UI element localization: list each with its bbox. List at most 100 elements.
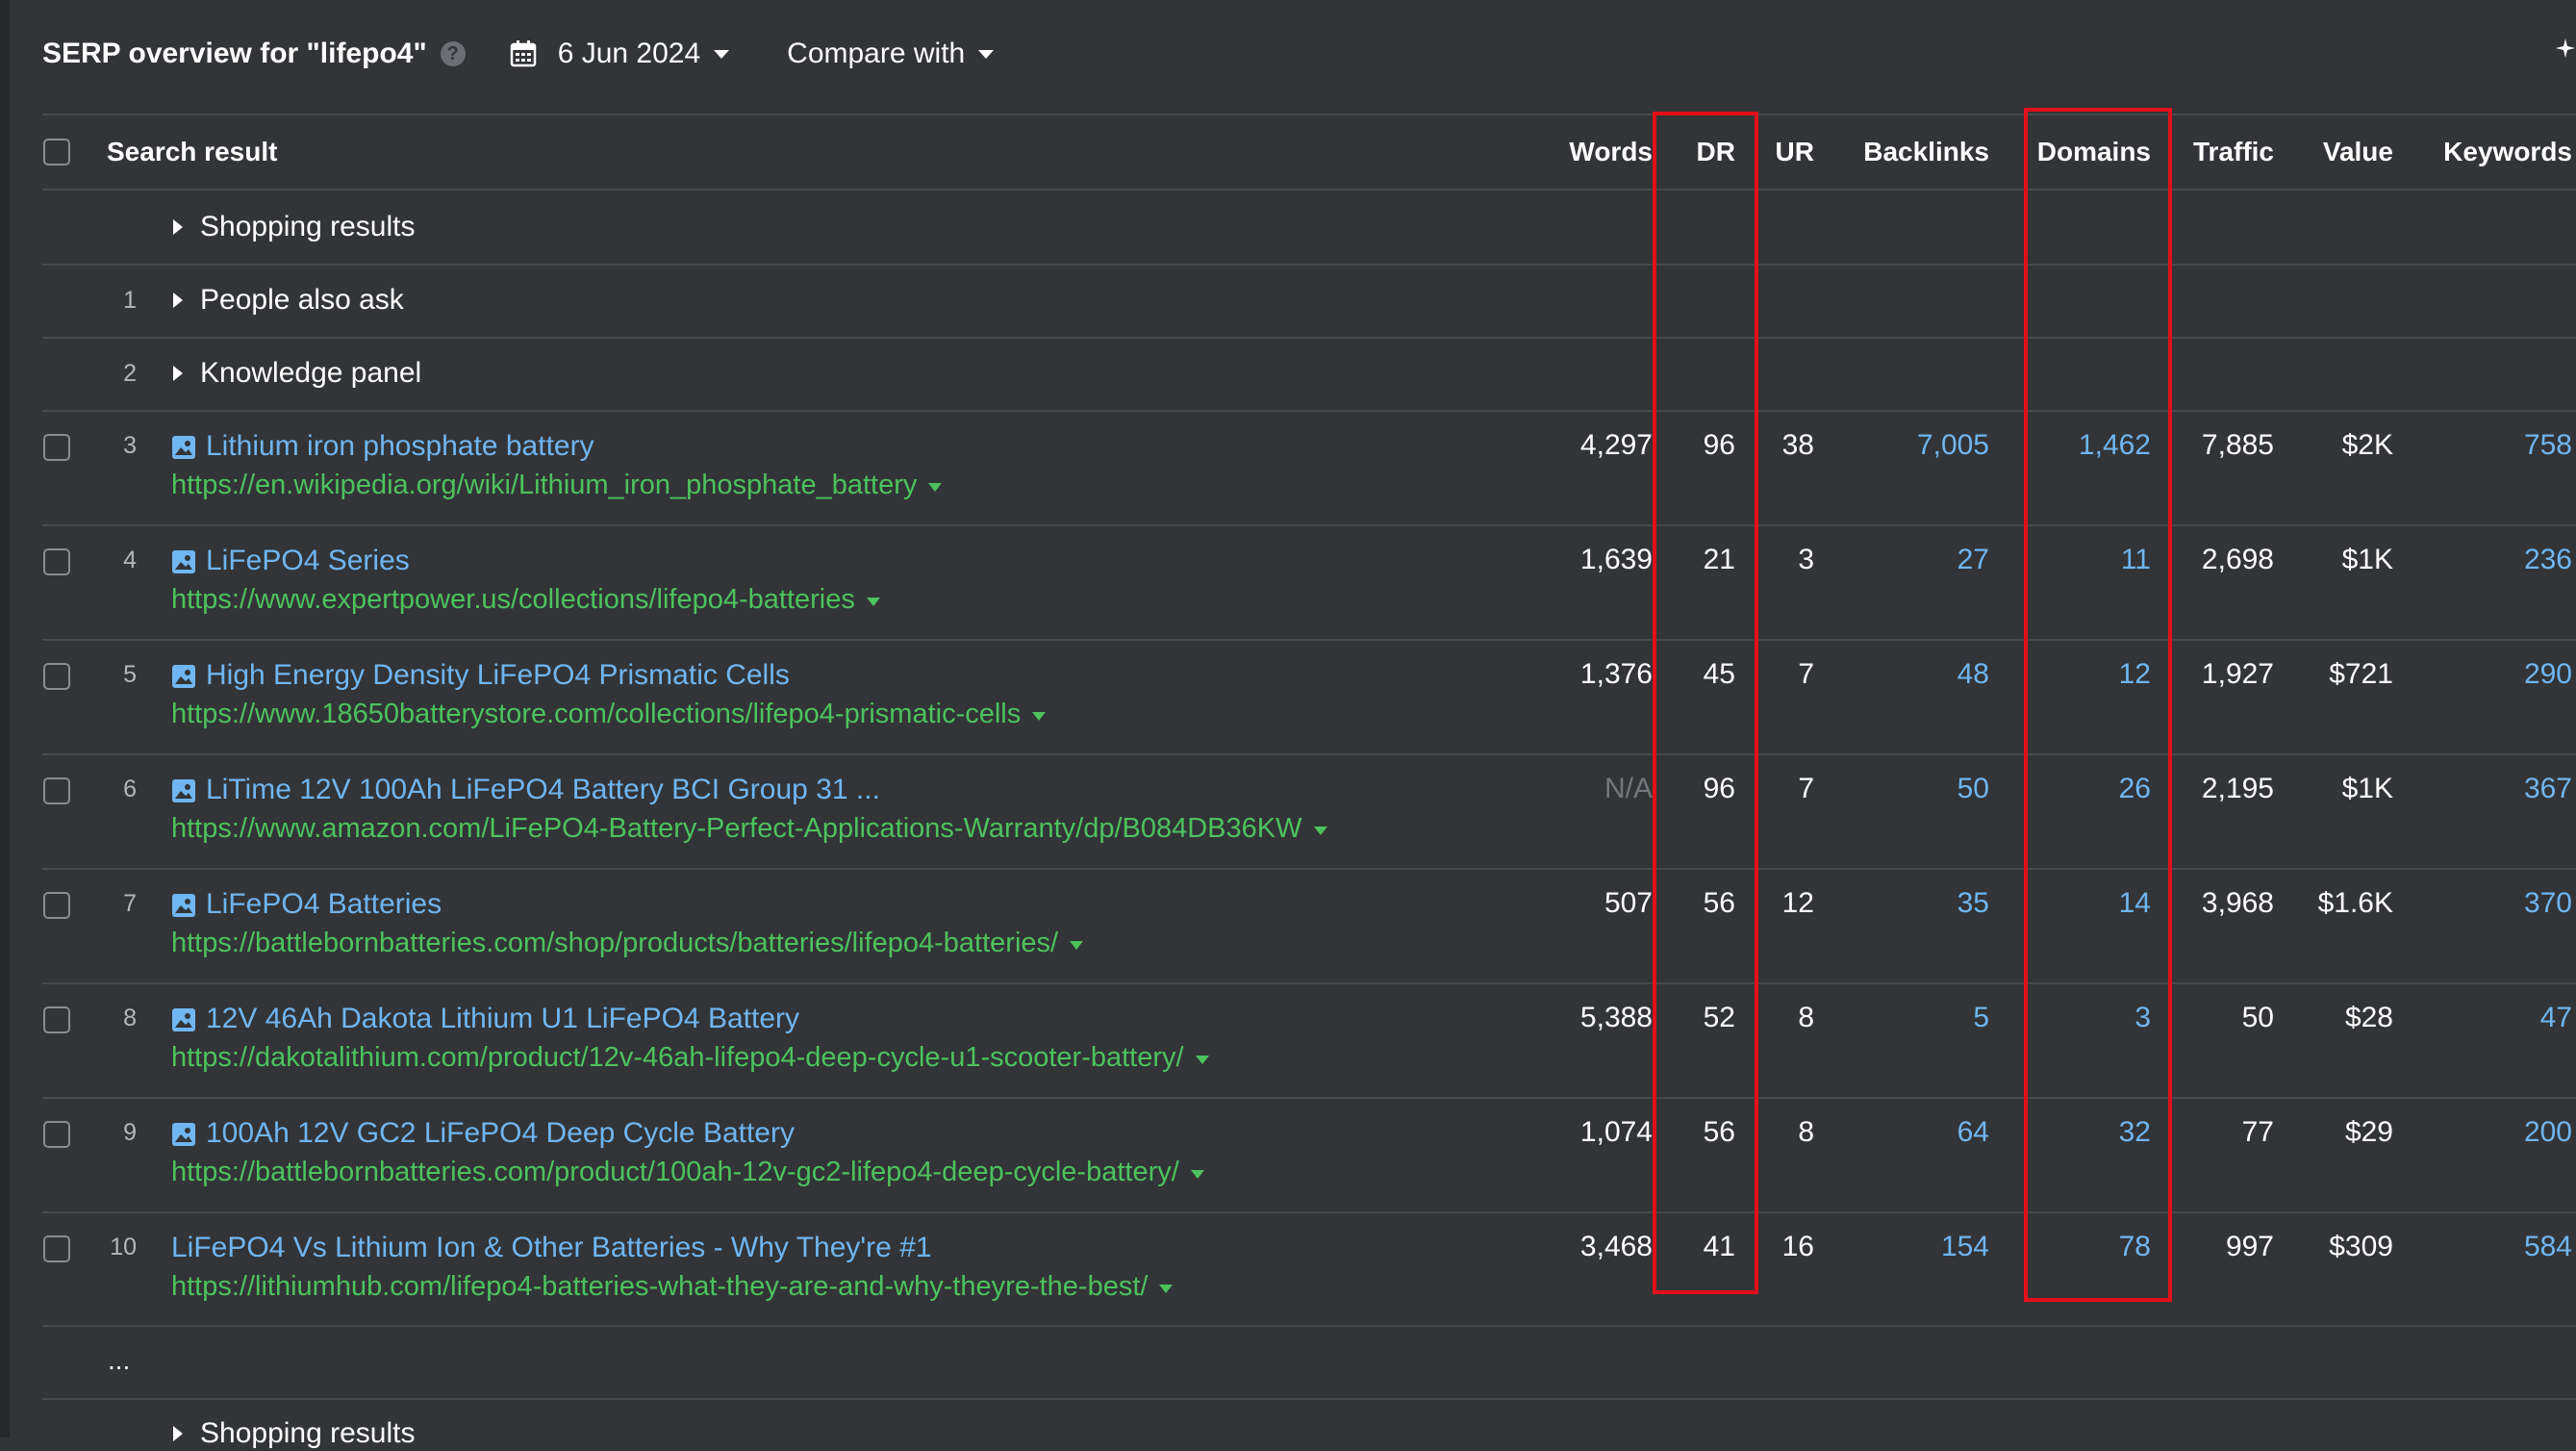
row-checkbox[interactable]: [43, 434, 70, 461]
result-title-link[interactable]: LiFePO4 Batteries: [171, 887, 442, 922]
result-url-link[interactable]: https://lithiumhub.com/lifepo4-batteries…: [171, 1269, 1174, 1304]
calendar-icon: [510, 40, 536, 67]
page-header: SERP overview for "lifepo4" ? 6 Jun 2024…: [42, 21, 995, 87]
result-url: https://www.expertpower.us/collections/l…: [171, 584, 855, 615]
col-keywords[interactable]: Keywords: [2393, 135, 2572, 169]
result-title: LiFePO4 Series: [206, 545, 410, 576]
col-backlinks[interactable]: Backlinks: [1814, 135, 1989, 169]
result-url-link[interactable]: https://www.amazon.com/LiFePO4-Battery-P…: [171, 811, 1327, 846]
row-checkbox[interactable]: [43, 777, 70, 804]
shopping-results-toggle[interactable]: Shopping results: [173, 1416, 415, 1451]
cell-words: 507: [1604, 887, 1653, 919]
cell-words: 1,639: [1579, 544, 1653, 575]
cell-backlinks[interactable]: 35: [1814, 886, 1989, 921]
cell-backlinks[interactable]: 5: [1814, 1001, 1989, 1035]
result-title-link[interactable]: High Energy Density LiFePO4 Prismatic Ce…: [171, 658, 790, 693]
chevron-down-icon: [714, 49, 730, 59]
chevron-down-icon[interactable]: [1159, 1284, 1174, 1293]
result-title-link[interactable]: 100Ah 12V GC2 LiFePO4 Deep Cycle Battery: [171, 1116, 795, 1151]
result-url-link[interactable]: https://battlebornbatteries.com/shop/pro…: [171, 926, 1084, 960]
section-label: Shopping results: [200, 211, 416, 242]
cell-backlinks[interactable]: 64: [1814, 1115, 1989, 1150]
cell-keywords[interactable]: 584: [2393, 1230, 2572, 1264]
image-icon: [171, 548, 196, 573]
row-checkbox[interactable]: [43, 1121, 70, 1148]
sparkle-icon[interactable]: [2554, 37, 2576, 60]
chevron-down-icon[interactable]: [1195, 1055, 1209, 1064]
result-url-link[interactable]: https://dakotalithium.com/product/12v-46…: [171, 1040, 1209, 1075]
divider: [42, 1398, 2576, 1400]
result-url-link[interactable]: https://www.expertpower.us/collections/l…: [171, 582, 880, 617]
rank-number: 4: [123, 547, 137, 573]
cell-keywords[interactable]: 236: [2393, 543, 2572, 577]
cell-words: 5,388: [1579, 1002, 1653, 1033]
row-checkbox[interactable]: [43, 892, 70, 919]
cell-words: 1,074: [1579, 1116, 1653, 1148]
result-title-link[interactable]: LiFePO4 Series: [171, 544, 410, 578]
shopping-results-toggle[interactable]: Shopping results: [173, 210, 415, 244]
cell-keywords[interactable]: 200: [2393, 1115, 2572, 1150]
rank-number: 7: [123, 890, 137, 917]
chevron-down-icon[interactable]: [1032, 711, 1047, 721]
result-title-link[interactable]: Lithium iron phosphate battery: [171, 429, 594, 464]
cell-backlinks[interactable]: 27: [1814, 543, 1989, 577]
row-checkbox[interactable]: [43, 663, 70, 690]
compare-with-dropdown[interactable]: Compare with: [787, 38, 995, 70]
chevron-down-icon[interactable]: [928, 482, 943, 492]
dr-column-highlight: [1653, 112, 1758, 1294]
col-value[interactable]: Value: [2274, 135, 2393, 169]
compare-label: Compare with: [787, 38, 966, 69]
rank-number: 10: [110, 1234, 137, 1260]
cell-keywords[interactable]: 370: [2393, 886, 2572, 921]
result-url-link[interactable]: https://en.wikipedia.org/wiki/Lithium_ir…: [171, 468, 943, 502]
divider: [42, 1325, 2576, 1327]
cell-backlinks[interactable]: 50: [1814, 772, 1989, 806]
cell-value: $2K: [2341, 429, 2393, 461]
col-search-result[interactable]: Search result: [107, 135, 277, 169]
divider: [42, 114, 2576, 115]
result-title: 12V 46Ah Dakota Lithium U1 LiFePO4 Batte…: [206, 1003, 799, 1034]
divider: [42, 410, 2576, 412]
cell-backlinks[interactable]: 48: [1814, 657, 1989, 692]
chevron-down-icon[interactable]: [866, 597, 880, 606]
result-url: https://lithiumhub.com/lifepo4-batteries…: [171, 1271, 1149, 1302]
more-results-ellipsis[interactable]: ...: [108, 1345, 130, 1376]
cell-words: 4,297: [1579, 429, 1653, 461]
left-edge: [0, 0, 10, 1438]
cell-backlinks[interactable]: 7,005: [1814, 428, 1989, 463]
date-label: 6 Jun 2024: [557, 38, 701, 69]
row-checkbox[interactable]: [43, 1006, 70, 1033]
section-label: People also ask: [200, 284, 404, 316]
divider: [42, 189, 2576, 191]
chevron-down-icon[interactable]: [1313, 826, 1327, 835]
cell-keywords[interactable]: 758: [2393, 428, 2572, 463]
result-title-link[interactable]: LiFePO4 Vs Lithium Ion & Other Batteries…: [171, 1231, 932, 1265]
cell-keywords[interactable]: 367: [2393, 772, 2572, 806]
chevron-down-icon[interactable]: [1190, 1169, 1204, 1179]
chevron-down-icon[interactable]: [1070, 940, 1084, 950]
col-words[interactable]: Words: [1520, 135, 1653, 169]
expand-arrow-icon: [173, 366, 183, 381]
row-checkbox[interactable]: [43, 548, 70, 575]
date-picker[interactable]: 6 Jun 2024: [510, 38, 730, 70]
result-title: LiFePO4 Vs Lithium Ion & Other Batteries…: [171, 1232, 932, 1263]
result-url: https://battlebornbatteries.com/product/…: [171, 1157, 1179, 1187]
people-also-ask-toggle[interactable]: People also ask: [173, 283, 404, 318]
result-url-link[interactable]: https://battlebornbatteries.com/product/…: [171, 1155, 1204, 1189]
chevron-down-icon: [978, 49, 995, 59]
result-url-link[interactable]: https://www.18650batterystore.com/collec…: [171, 697, 1047, 731]
result-title-link[interactable]: 12V 46Ah Dakota Lithium U1 LiFePO4 Batte…: [171, 1002, 799, 1036]
expand-arrow-icon: [173, 219, 183, 235]
rank-number: 1: [123, 287, 137, 314]
rank-number: 9: [123, 1119, 137, 1146]
select-all-checkbox[interactable]: [43, 139, 70, 165]
row-checkbox[interactable]: [43, 1235, 70, 1262]
result-title-link[interactable]: LiTime 12V 100Ah LiFePO4 Battery BCI Gro…: [171, 773, 880, 807]
result-url: https://battlebornbatteries.com/shop/pro…: [171, 928, 1059, 958]
cell-keywords[interactable]: 290: [2393, 657, 2572, 692]
help-icon[interactable]: ?: [440, 41, 466, 66]
knowledge-panel-toggle[interactable]: Knowledge panel: [173, 356, 421, 391]
image-icon: [171, 663, 196, 688]
cell-backlinks[interactable]: 154: [1814, 1230, 1989, 1264]
cell-keywords[interactable]: 47: [2393, 1001, 2572, 1035]
